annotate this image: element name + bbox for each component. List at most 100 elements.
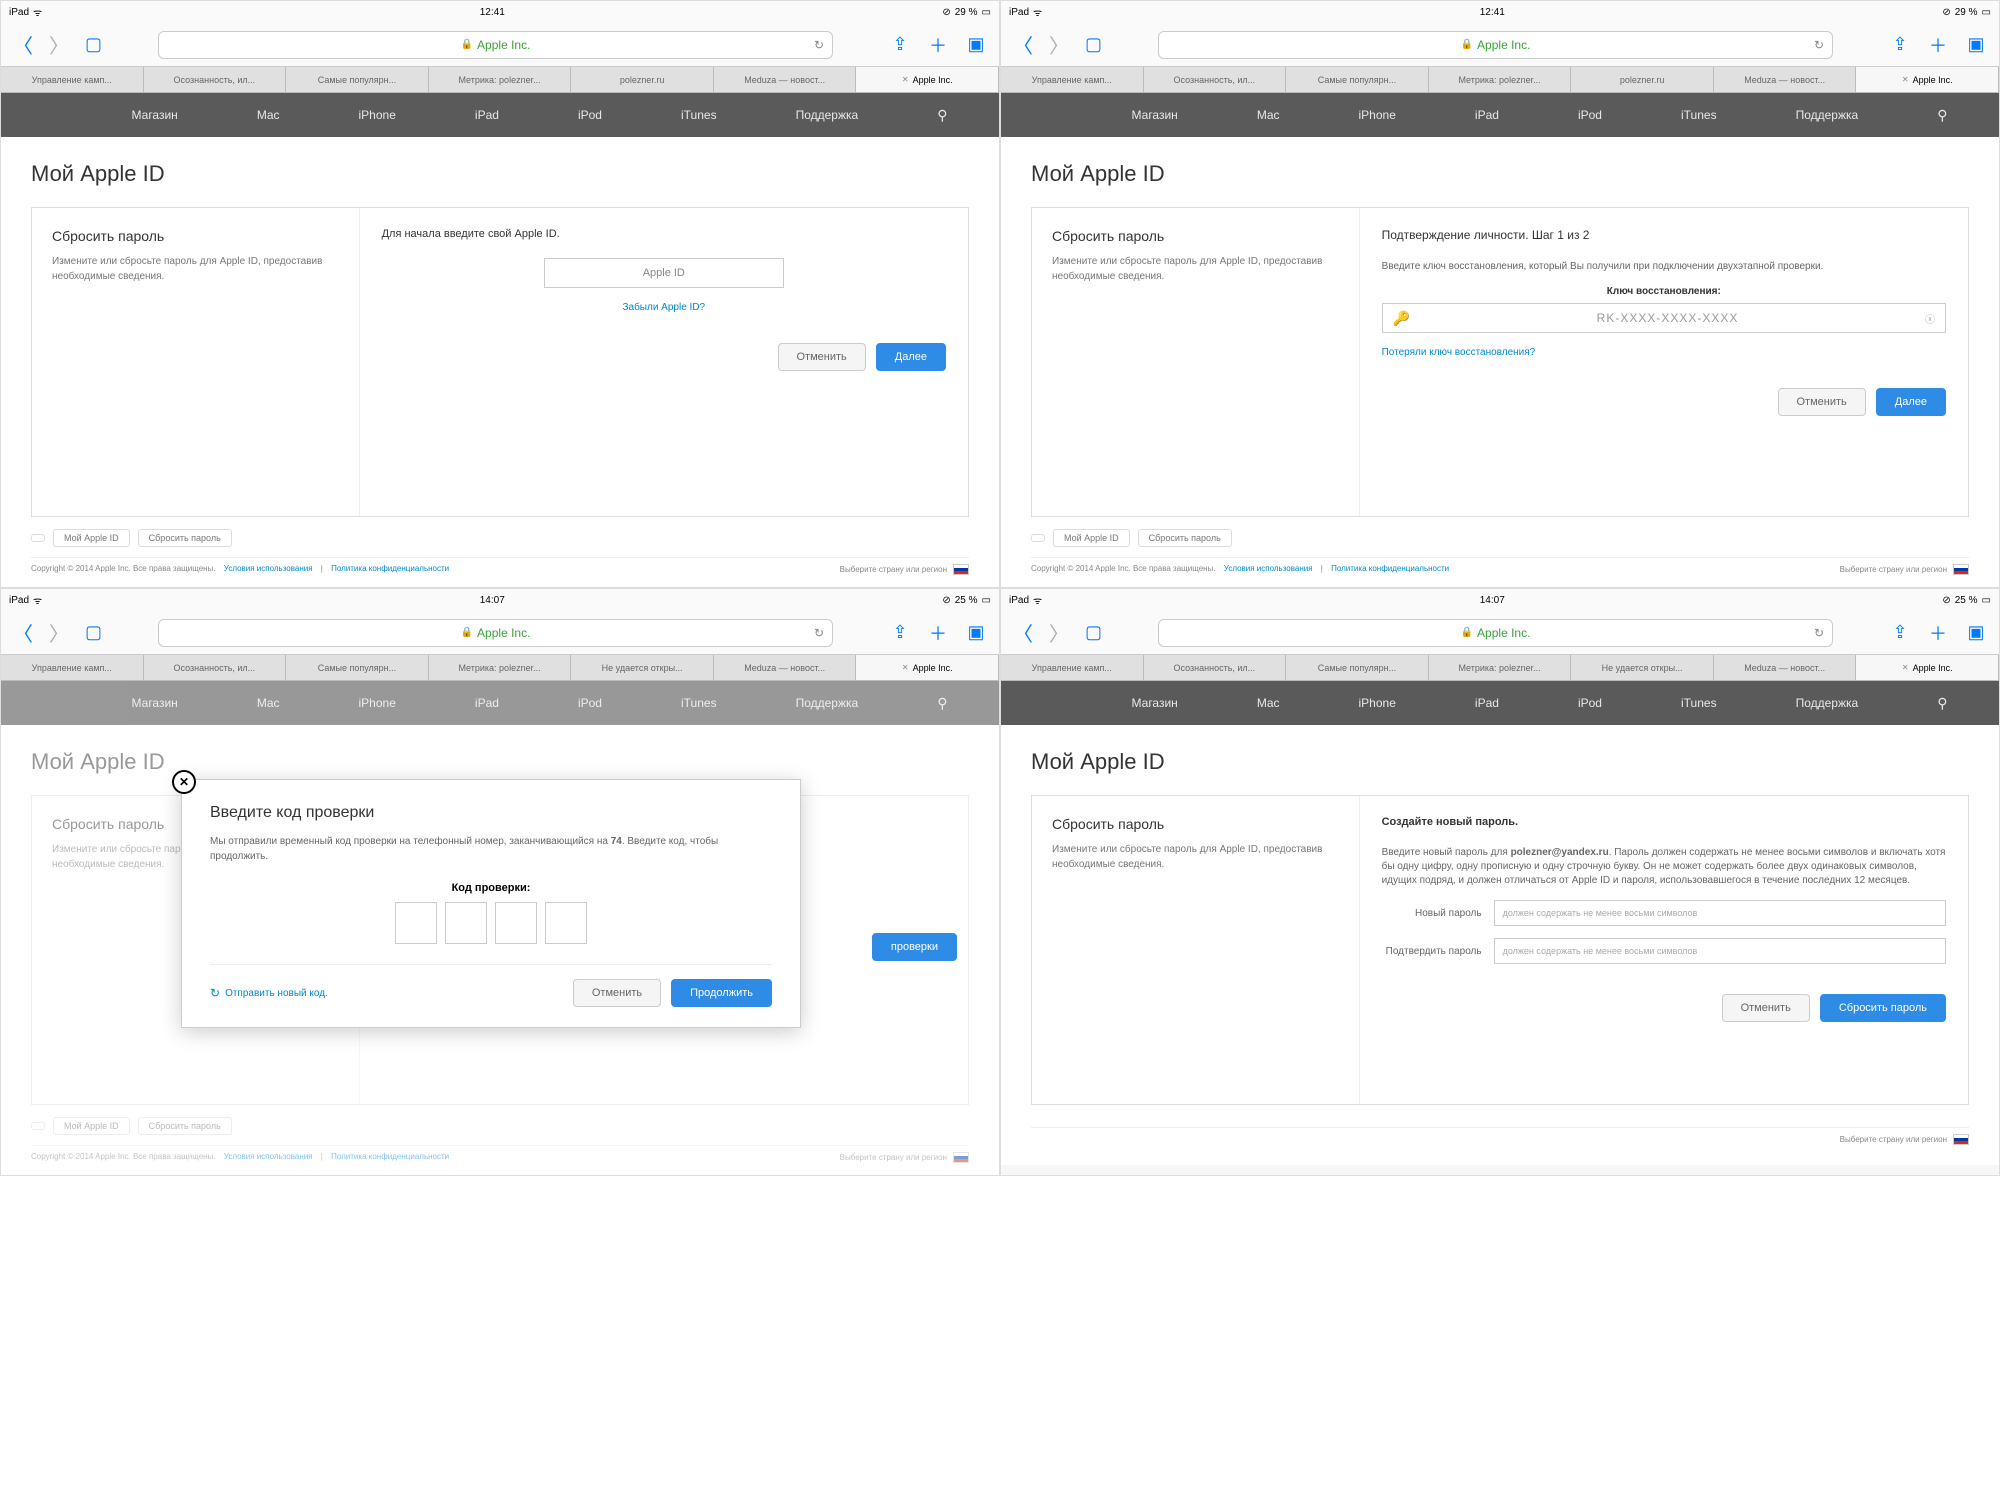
tabs-icon[interactable]: ▣ (1965, 622, 1987, 643)
search-icon[interactable]: ⚲ (937, 695, 947, 712)
reload-icon[interactable]: ↻ (814, 38, 824, 52)
new-password-input[interactable]: должен содержать не менее восьми символо… (1494, 900, 1946, 926)
nav-mac[interactable]: Mac (257, 108, 280, 122)
lost-recovery-key-link[interactable]: Потеряли ключ восстановления? (1382, 347, 1946, 358)
code-digit-input[interactable] (395, 902, 437, 944)
browser-tab-active[interactable]: ✕Apple Inc. (1856, 655, 1999, 680)
close-tab-icon[interactable]: ✕ (1902, 663, 1909, 672)
browser-tab[interactable]: Самые популярн... (286, 67, 429, 92)
forward-button[interactable]: 〉 (1049, 30, 1069, 59)
new-tab-icon[interactable]: ＋ (927, 620, 949, 646)
new-tab-icon[interactable]: ＋ (1927, 620, 1949, 646)
appleid-input[interactable]: Apple ID (544, 258, 784, 288)
cancel-button[interactable]: Отменить (1778, 388, 1866, 416)
browser-tab[interactable]: Осознанность, ил... (1144, 655, 1287, 680)
address-bar[interactable]: 🔒 Apple Inc. ↻ (158, 31, 833, 59)
tabs-icon[interactable]: ▣ (965, 622, 987, 643)
forward-button[interactable]: 〉 (1049, 618, 1069, 647)
breadcrumb-home-icon[interactable] (1031, 534, 1045, 542)
address-bar[interactable]: 🔒 Apple Inc. ↻ (1158, 619, 1833, 647)
reload-icon[interactable]: ↻ (1814, 38, 1824, 52)
clear-icon[interactable]: ⓧ (1925, 311, 1935, 326)
search-icon[interactable]: ⚲ (937, 107, 947, 124)
code-digit-input[interactable] (495, 902, 537, 944)
continue-button[interactable]: Продолжить (671, 979, 772, 1007)
nav-iphone[interactable]: iPhone (359, 108, 396, 122)
nav-store[interactable]: Магазин (132, 108, 178, 122)
search-icon[interactable]: ⚲ (1937, 107, 1947, 124)
close-tab-icon[interactable]: ✕ (902, 75, 909, 84)
terms-link[interactable]: Условия использования (224, 564, 313, 573)
browser-tab[interactable]: Самые популярн... (286, 655, 429, 680)
close-tab-icon[interactable]: ✕ (1902, 75, 1909, 84)
browser-tab[interactable]: polezner.ru (1571, 67, 1714, 92)
back-button[interactable]: 〈 (13, 618, 33, 647)
flag-icon[interactable] (1953, 564, 1969, 575)
nav-support[interactable]: Поддержка (796, 108, 859, 122)
browser-tab[interactable]: Метрика: polezner... (429, 67, 572, 92)
browser-tab[interactable]: Не удается откры... (571, 655, 714, 680)
browser-tab[interactable]: Метрика: polezner... (1429, 67, 1572, 92)
cancel-button[interactable]: Отменить (778, 343, 866, 371)
address-bar[interactable]: 🔒 Apple Inc. ↻ (158, 619, 833, 647)
resend-code-link[interactable]: ↻ Отправить новый код. (210, 986, 328, 1000)
tabs-icon[interactable]: ▣ (965, 34, 987, 55)
back-button[interactable]: 〈 (1013, 618, 1033, 647)
address-bar[interactable]: 🔒 Apple Inc. ↻ (1158, 31, 1833, 59)
browser-tab[interactable]: Осознанность, ил... (144, 655, 287, 680)
bookmarks-icon[interactable]: ▢ (85, 622, 102, 643)
browser-tab[interactable]: Управление камп... (1001, 655, 1144, 680)
browser-tab[interactable]: Meduza — новост... (714, 655, 857, 680)
forward-button[interactable]: 〉 (49, 30, 69, 59)
browser-tab[interactable]: Осознанность, ил... (1144, 67, 1287, 92)
back-button[interactable]: 〈 (1013, 30, 1033, 59)
privacy-link[interactable]: Политика конфиденциальности (331, 564, 449, 573)
close-tab-icon[interactable]: ✕ (902, 663, 909, 672)
region-link[interactable]: Выберите страну или регион (840, 565, 947, 574)
browser-tab[interactable]: Управление камп... (1001, 67, 1144, 92)
bookmarks-icon[interactable]: ▢ (1085, 622, 1102, 643)
back-button[interactable]: 〈 (13, 30, 33, 59)
forgot-appleid-link[interactable]: Забыли Apple ID? (382, 302, 946, 313)
browser-tab[interactable]: Meduza — новост... (1714, 67, 1857, 92)
next-button[interactable]: Далее (876, 343, 946, 371)
bookmarks-icon[interactable]: ▢ (1085, 34, 1102, 55)
browser-tab-active[interactable]: ✕Apple Inc. (1856, 67, 1999, 92)
search-icon[interactable]: ⚲ (1937, 695, 1947, 712)
cancel-button[interactable]: Отменить (573, 979, 661, 1007)
nav-ipod[interactable]: iPod (578, 108, 602, 122)
next-button[interactable]: Далее (1876, 388, 1946, 416)
breadcrumb-item[interactable]: Мой Apple ID (53, 529, 130, 547)
browser-tab[interactable]: Управление камп... (1, 67, 144, 92)
browser-tab[interactable]: Самые популярн... (1286, 67, 1429, 92)
forward-button[interactable]: 〉 (49, 618, 69, 647)
browser-tab[interactable]: Самые популярн... (1286, 655, 1429, 680)
breadcrumb-item[interactable]: Сбросить пароль (138, 529, 232, 547)
new-tab-icon[interactable]: ＋ (927, 32, 949, 58)
browser-tab[interactable]: Meduza — новост... (714, 67, 857, 92)
browser-tab[interactable]: Управление камп... (1, 655, 144, 680)
code-digit-input[interactable] (445, 902, 487, 944)
browser-tab-active[interactable]: ✕Apple Inc. (856, 67, 999, 92)
browser-tab[interactable]: polezner.ru (571, 67, 714, 92)
tabs-icon[interactable]: ▣ (1965, 34, 1987, 55)
share-icon[interactable]: ⇪ (889, 622, 911, 643)
code-digit-input[interactable] (545, 902, 587, 944)
recovery-key-input[interactable]: 🔑 RK-XXXX-XXXX-XXXX ⓧ (1382, 303, 1946, 333)
reload-icon[interactable]: ↻ (1814, 626, 1824, 640)
share-icon[interactable]: ⇪ (1889, 34, 1911, 55)
reset-password-button[interactable]: Сбросить пароль (1820, 994, 1946, 1022)
flag-icon[interactable] (953, 564, 969, 575)
breadcrumb-home-icon[interactable] (31, 1122, 45, 1130)
browser-tab[interactable]: Meduza — новост... (1714, 655, 1857, 680)
flag-icon[interactable] (953, 1152, 969, 1163)
browser-tab[interactable]: Метрика: polezner... (1429, 655, 1572, 680)
browser-tab[interactable]: Осознанность, ил... (144, 67, 287, 92)
breadcrumb-home-icon[interactable] (31, 534, 45, 542)
bookmarks-icon[interactable]: ▢ (85, 34, 102, 55)
reload-icon[interactable]: ↻ (814, 626, 824, 640)
new-tab-icon[interactable]: ＋ (1927, 32, 1949, 58)
browser-tab[interactable]: Не удается откры... (1571, 655, 1714, 680)
cancel-button[interactable]: Отменить (1722, 994, 1810, 1022)
nav-ipad[interactable]: iPad (475, 108, 499, 122)
